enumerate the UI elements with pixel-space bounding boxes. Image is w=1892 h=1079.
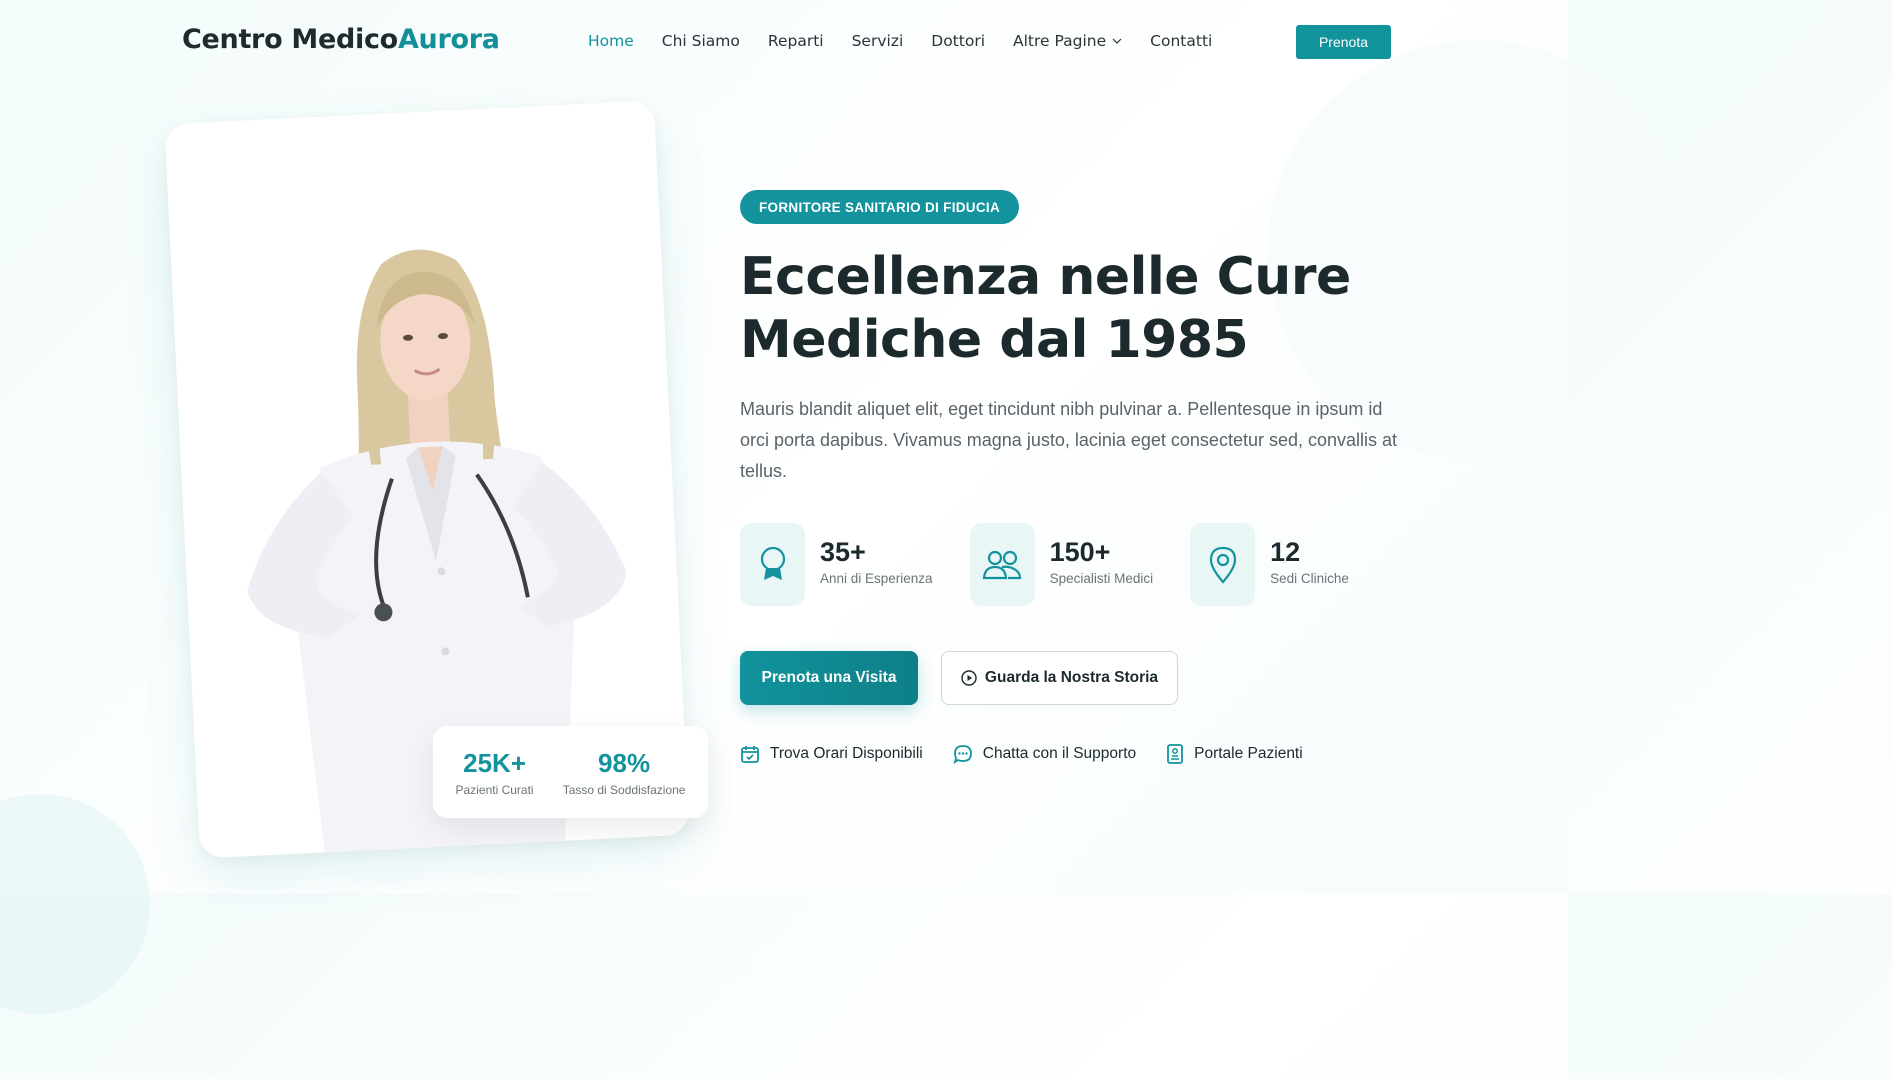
- nav-item-home[interactable]: Home: [588, 32, 634, 50]
- hero-stats: 35+ Anni di Esperienza 150+ Specialisti …: [740, 523, 1386, 606]
- quick-links: Trova Orari Disponibili Chatta con il Su…: [740, 744, 1333, 764]
- award-icon: [740, 523, 805, 606]
- nav-item-reparti[interactable]: Reparti: [768, 32, 824, 50]
- floating-stat-satisfaction: 98% Tasso di Soddisfazione: [563, 748, 686, 797]
- nav-item-chi-siamo[interactable]: Chi Siamo: [662, 32, 740, 50]
- stat-experience: 35+ Anni di Esperienza: [740, 523, 933, 606]
- users-icon: [969, 523, 1035, 606]
- stat-label: Specialisti Medici: [1049, 571, 1154, 586]
- watch-story-button[interactable]: Guarda la Nostra Storia: [941, 651, 1178, 705]
- map-pin-icon: [1190, 523, 1256, 606]
- stat-specialists: 150+ Specialisti Medici: [969, 523, 1154, 606]
- logo-main-text: Centro Medico: [182, 24, 398, 55]
- floating-stat-value: 25K+: [463, 747, 527, 778]
- floating-stat-value: 98%: [598, 747, 651, 778]
- stat-label: Sedi Cliniche: [1270, 571, 1349, 586]
- background-decoration: [0, 794, 150, 1014]
- floating-stats-card: 25K+ Pazienti Curati 98% Tasso di Soddis…: [433, 726, 708, 818]
- quick-link-label: Chatta con il Supporto: [982, 745, 1137, 762]
- hero-title-line: Mediche dal 1985: [740, 310, 1249, 370]
- hero-title: Eccellenza nelle Cure Mediche dal 1985: [740, 246, 1420, 372]
- floating-stat-patients: 25K+ Pazienti Curati: [456, 748, 534, 797]
- hero-title-line: Eccellenza nelle Cure: [740, 247, 1351, 307]
- quick-link-label: Trova Orari Disponibili: [770, 745, 923, 762]
- calendar-icon: [741, 746, 759, 763]
- book-visit-button[interactable]: Prenota una Visita: [740, 651, 918, 705]
- nav-item-servizi[interactable]: Servizi: [852, 32, 904, 50]
- hero-description: Mauris blandit aliquet elit, eget tincid…: [740, 399, 1398, 481]
- trust-badge: FORNITORE SANITARIO DI FIDUCIA: [740, 190, 1019, 224]
- nav-item-contatti[interactable]: Contatti: [1150, 32, 1212, 50]
- stat-value: 35+: [820, 537, 866, 567]
- site-header: Centro MedicoAurora Home Chi Siamo Repar…: [0, 0, 1568, 84]
- link-available-hours[interactable]: Trova Orari Disponibili: [740, 744, 923, 764]
- floating-stat-label: Tasso di Soddisfazione: [562, 782, 686, 797]
- site-logo[interactable]: Centro MedicoAurora: [182, 24, 500, 55]
- chat-icon: [953, 745, 972, 764]
- nav-item-altre-pagine-label: Altre Pagine: [1013, 32, 1107, 50]
- play-circle-icon: [961, 670, 977, 686]
- stat-value: 150+: [1049, 537, 1111, 567]
- stat-label: Anni di Esperienza: [820, 571, 933, 586]
- watch-story-label: Guarda la Nostra Storia: [984, 669, 1159, 686]
- stat-value: 12: [1270, 537, 1301, 567]
- nav-item-altre-pagine[interactable]: Altre Pagine: [1013, 32, 1122, 50]
- link-patient-portal[interactable]: Portale Pazienti: [1166, 744, 1303, 764]
- nav-item-dottori[interactable]: Dottori: [931, 32, 985, 50]
- portal-icon: [1167, 744, 1184, 764]
- link-chat-support[interactable]: Chatta con il Supporto: [953, 744, 1136, 764]
- floating-stat-label: Pazienti Curati: [455, 782, 534, 797]
- logo-accent-text: Aurora: [397, 24, 500, 55]
- stat-locations: 12 Sedi Cliniche: [1190, 523, 1349, 606]
- main-nav: Home Chi Siamo Reparti Servizi Dottori A…: [588, 32, 1240, 50]
- quick-link-label: Portale Pazienti: [1194, 745, 1303, 762]
- chevron-down-icon: [1112, 38, 1122, 44]
- book-button[interactable]: Prenota: [1296, 25, 1391, 59]
